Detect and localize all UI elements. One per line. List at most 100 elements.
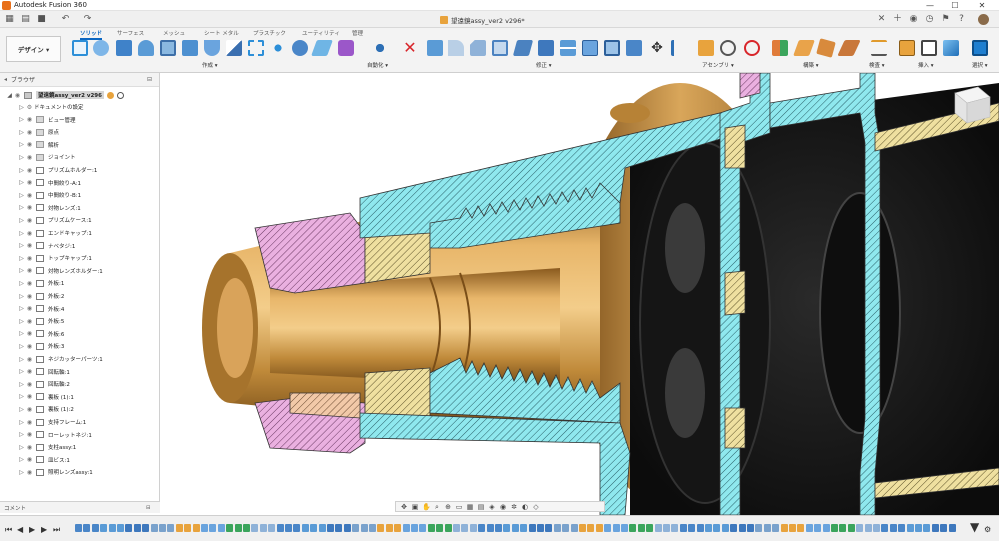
timeline-feature-icon[interactable] [259, 524, 267, 532]
expand-triangle-icon[interactable]: ▷ [18, 381, 25, 388]
timeline-feature-icon[interactable] [646, 524, 654, 532]
expand-triangle-icon[interactable]: ▷ [18, 154, 25, 161]
timeline-feature-icon[interactable] [805, 524, 813, 532]
visibility-eye-icon[interactable]: ◉ [25, 469, 34, 476]
visibility-eye-icon[interactable]: ◉ [25, 267, 34, 274]
timeline-feature-icon[interactable] [243, 524, 250, 532]
view-cube[interactable] [954, 86, 991, 124]
insert-canvas-icon[interactable] [943, 40, 959, 56]
browser-item[interactable]: ▷ ◉ 外板:3 [18, 340, 176, 352]
timeline-feature-icon[interactable] [654, 524, 662, 532]
timeline-feature-icon[interactable] [755, 524, 763, 532]
browser-item[interactable]: ▷ ◉ 原点 [18, 126, 176, 138]
timeline-feature-icon[interactable] [839, 524, 847, 532]
viewport-settings-icon[interactable]: ▤ [477, 503, 485, 511]
timeline-feature-icon[interactable] [369, 524, 376, 532]
timeline-feature-icon[interactable] [814, 524, 822, 532]
insert-decal-icon[interactable] [921, 40, 937, 56]
expand-triangle-icon[interactable]: ▷ [18, 217, 25, 224]
timeline-feature-icon[interactable] [377, 524, 385, 532]
timeline-feature-icon[interactable] [923, 524, 931, 532]
timeline-feature-icon[interactable] [520, 524, 528, 532]
tab-surface[interactable]: サーフェス [117, 29, 144, 37]
timeline-feature-icon[interactable] [301, 524, 309, 532]
comments-bar[interactable]: コメント ⊟ [0, 501, 160, 513]
tab-plastic[interactable]: プラスチック [253, 29, 286, 37]
environment-icon[interactable]: ✲ [510, 503, 518, 511]
browser-item[interactable]: ▷ ◉ 解析 [18, 139, 176, 151]
browser-item[interactable]: ▷ ◉ ローレットネジ:1 [18, 429, 176, 441]
activate-component-icon[interactable] [106, 91, 114, 99]
expand-triangle-icon[interactable]: ▷ [18, 104, 25, 111]
expand-triangle-icon[interactable]: ▷ [18, 141, 25, 148]
expand-triangle-icon[interactable]: ▷ [18, 419, 25, 426]
new-tab-icon[interactable]: ✕ [876, 14, 887, 25]
timeline-feature-icon[interactable] [175, 524, 183, 532]
collapse-browser-icon[interactable]: ◂ [4, 76, 7, 83]
expand-triangle-icon[interactable]: ▷ [18, 293, 25, 300]
expand-triangle-icon[interactable]: ▷ [18, 230, 25, 237]
cyan-wall-lower[interactable] [359, 412, 631, 515]
browser-item[interactable]: ▷ ◉ ネジカッターパーツ:1 [18, 353, 176, 365]
visibility-eye-icon[interactable]: ◉ [25, 431, 34, 438]
timeline-feature-icon[interactable] [940, 524, 948, 532]
timeline-feature-icon[interactable] [797, 524, 805, 532]
insert-derive-icon[interactable] [899, 40, 915, 56]
timeline-feature-icon[interactable] [881, 524, 889, 532]
visibility-eye-icon[interactable]: ◉ [25, 141, 34, 148]
tangent-plane-icon[interactable] [816, 38, 836, 58]
timeline-feature-icon[interactable] [100, 524, 108, 532]
close-button[interactable]: ✕ [972, 0, 992, 11]
timeline-settings-icon[interactable]: ⚙ [984, 525, 991, 534]
browser-item[interactable]: ▷ ◉ 支持フレーム:1 [18, 416, 176, 428]
visibility-eye-icon[interactable]: ◉ [25, 167, 34, 174]
visibility-eye-icon[interactable]: ◉ [25, 406, 34, 413]
expand-triangle-icon[interactable]: ▷ [18, 469, 25, 476]
construct-group-label[interactable]: 構築 ▾ [803, 61, 819, 69]
comments-pin-icon[interactable]: ⊟ [146, 505, 151, 511]
timeline-feature-icon[interactable] [108, 524, 116, 532]
yellow-ring-lower[interactable] [364, 367, 431, 419]
create-sketch-icon[interactable] [72, 40, 88, 56]
pink-section-upper[interactable] [254, 212, 366, 294]
timeline-feature-icon[interactable] [276, 524, 284, 532]
browser-item[interactable]: ▷ ◉ ジョイント [18, 151, 176, 163]
timeline-feature-icon[interactable] [679, 524, 687, 532]
file-menu-icon[interactable]: ▤ [20, 14, 31, 25]
assemble-group-label[interactable]: アセンブリ ▾ [702, 61, 734, 69]
visibility-eye-icon[interactable]: ◉ [25, 368, 34, 375]
timeline-feature-icon[interactable] [402, 524, 410, 532]
visibility-eye-icon[interactable]: ◉ [25, 116, 34, 123]
expand-triangle-icon[interactable]: ▷ [18, 406, 25, 413]
motion-link-icon[interactable] [744, 40, 760, 56]
timeline-feature-icon[interactable] [847, 524, 855, 532]
visibility-eye-icon[interactable]: ◉ [25, 280, 34, 287]
midplane-icon[interactable] [837, 40, 861, 56]
timeline-feature-icon[interactable] [268, 524, 276, 532]
timeline-feature-icon[interactable] [444, 524, 452, 532]
browser-root-row[interactable]: ◢ ◉ 望遠鏡assy_ver2 v296 [6, 89, 164, 101]
timeline-feature-icon[interactable] [192, 524, 200, 532]
visibility-eye-icon[interactable]: ◉ [25, 393, 34, 400]
visibility-eye-icon[interactable]: ◉ [25, 242, 34, 249]
section-view-model[interactable] [160, 73, 999, 515]
timeline-feature-icon[interactable] [780, 524, 788, 532]
timeline-feature-icon[interactable] [570, 524, 578, 532]
visibility-eye-icon[interactable]: ◉ [25, 179, 34, 186]
timeline-feature-icon[interactable] [385, 524, 393, 532]
timeline-feature-icon[interactable] [528, 524, 536, 532]
timeline-prev-icon[interactable]: ◀ [17, 525, 23, 534]
timeline-feature-icon[interactable] [360, 524, 368, 532]
timeline-feature-icon[interactable] [738, 524, 746, 532]
visibility-eye-icon[interactable]: ◉ [25, 330, 34, 337]
timeline-feature-icon[interactable] [579, 524, 586, 532]
visibility-eye-icon[interactable]: ◉ [25, 217, 34, 224]
form-icon[interactable] [93, 40, 109, 56]
fillet-icon[interactable] [448, 40, 464, 56]
visibility-eye-icon[interactable]: ◉ [25, 419, 34, 426]
timeline-feature-icon[interactable] [889, 524, 897, 532]
visibility-eye-icon[interactable]: ◉ [25, 305, 34, 312]
visual-style-icon[interactable]: ◉ [499, 503, 507, 511]
browser-item[interactable]: ▷ ◉ ビュー管理 [18, 114, 176, 126]
browser-item[interactable]: ▷ ◉ 裏板 (1):2 [18, 403, 176, 415]
